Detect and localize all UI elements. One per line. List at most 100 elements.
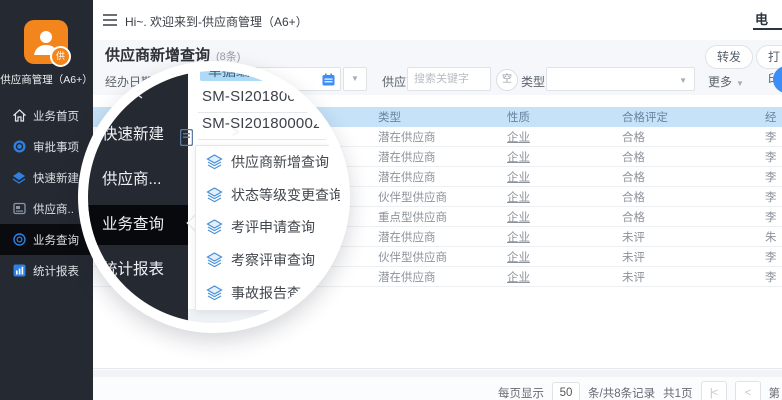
stack-icon: [206, 187, 223, 203]
stack-icon: [206, 154, 223, 170]
assessment-cell: 未评: [622, 249, 765, 265]
handler-cell: 李: [765, 269, 782, 285]
type-cell: 潜在供应商: [378, 149, 507, 165]
magnifier-circle: 事项 快速新建>供应商...>业务查询>统计报表> 单据编号 SM-SI2018…: [78, 61, 350, 333]
app-logo[interactable]: 供: [24, 20, 68, 64]
per-page-label: 每页显示: [498, 385, 544, 400]
magnified-item-label: 业务查询: [102, 212, 164, 234]
sidebar-item-label: 快速新建: [33, 170, 79, 186]
handler-cell: 李: [765, 169, 782, 185]
sidebar-item-label: 供应商..: [33, 201, 74, 217]
sidebar-item-label: 统计报表: [33, 263, 79, 279]
nature-cell[interactable]: 企业: [507, 209, 622, 225]
nature-cell[interactable]: 企业: [507, 149, 622, 165]
magnified-item-label: 快速新建: [102, 122, 164, 144]
more-label: 更多: [708, 75, 732, 89]
chevron-down-icon: ▼: [736, 79, 744, 88]
quick-create-icon: [12, 171, 26, 185]
more-button[interactable]: 更多 ▼: [708, 73, 744, 90]
query-icon: [12, 233, 26, 247]
total-pages-label: 共1页: [663, 385, 692, 400]
topbar-right-tab[interactable]: 电: [755, 9, 768, 28]
divider: [198, 139, 340, 140]
type-cell: 潜在供应商: [378, 269, 507, 285]
submenu-item-label: 状态等级变更查询: [231, 185, 343, 205]
column-header[interactable]: 经: [765, 109, 782, 125]
stack-icon: [206, 252, 223, 268]
type-cell: 伙伴型供应商: [378, 249, 507, 265]
submenu-item-label: 考察评审查询: [231, 250, 315, 270]
type-cell: 潜在供应商: [378, 129, 507, 145]
magnified-background: [188, 309, 340, 323]
sidebar-item-label: 审批事项: [33, 139, 79, 155]
submenu-item-label: 供应商新增查询: [231, 152, 329, 172]
submenu-item-1[interactable]: 状态等级变更查询: [196, 179, 344, 212]
magnified-doc-number[interactable]: SM-SI201800002: [202, 115, 322, 132]
type-cell: 潜在供应商: [378, 229, 507, 245]
sidebar-item-4[interactable]: 业务查询: [0, 224, 93, 255]
magnified-sidebar-fragment: 事项: [108, 77, 144, 102]
type-cell: 潜在供应商: [378, 169, 507, 185]
per-page-input[interactable]: 50: [552, 382, 580, 400]
sidebar-item-label: 业务查询: [33, 232, 79, 248]
assessment-cell: 合格: [622, 189, 765, 205]
stack-icon: [206, 285, 223, 301]
assessment-cell: 合格: [622, 149, 765, 165]
sidebar-item-1[interactable]: 审批事项: [0, 131, 93, 162]
nature-cell[interactable]: 企业: [507, 189, 622, 205]
submenu-item-label: 事故报告查询: [231, 283, 315, 303]
topbar: Hi~. 欢迎来到-供应商管理（A6+） 电: [93, 0, 782, 41]
first-page-button[interactable]: |<: [701, 381, 727, 400]
handler-cell: 朱: [765, 229, 782, 245]
handler-cell: 李: [765, 249, 782, 265]
handler-cell: 李: [765, 129, 782, 145]
print-button[interactable]: 打印: [756, 45, 782, 69]
submenu-item-2[interactable]: 考评申请查询: [196, 211, 344, 244]
nature-cell[interactable]: 企业: [507, 269, 622, 285]
report-icon: [12, 264, 26, 278]
type-cell: 伙伴型供应商: [378, 189, 507, 205]
hamburger-menu-icon[interactable]: [103, 14, 117, 29]
magnified-item-label: 供应商...: [102, 167, 161, 189]
column-header[interactable]: 合格评定: [622, 109, 765, 125]
clear-button[interactable]: 空: [496, 69, 518, 91]
sidebar-item-5[interactable]: 统计报表: [0, 255, 93, 286]
handler-cell: 李: [765, 209, 782, 225]
app-title: 供应商管理（A6+）: [0, 72, 93, 87]
assessment-cell: 合格: [622, 129, 765, 145]
forward-button[interactable]: 转发: [705, 45, 753, 69]
footer-divider: [93, 370, 782, 377]
search-input[interactable]: [407, 67, 491, 91]
home-icon: [12, 109, 26, 123]
prev-page-button[interactable]: <: [735, 381, 761, 400]
submenu-item-0[interactable]: 供应商新增查询: [196, 146, 344, 179]
sidebar-item-0[interactable]: 业务首页: [0, 100, 93, 131]
magnified-sidebar: [88, 71, 188, 323]
handler-cell: 李: [765, 149, 782, 165]
nature-cell[interactable]: 企业: [507, 129, 622, 145]
submenu-item-label: 考评申请查询: [231, 217, 315, 237]
submenu-item-3[interactable]: 考察评审查询: [196, 244, 344, 277]
magnified-item-label: 统计报表: [102, 257, 164, 279]
nature-cell[interactable]: 企业: [507, 169, 622, 185]
page-prefix-label: 第: [769, 385, 781, 400]
assessment-cell: 合格: [622, 209, 765, 225]
type-cell: 重点型供应商: [378, 209, 507, 225]
handler-cell: 李: [765, 189, 782, 205]
date-dropdown-button[interactable]: ▼: [343, 67, 367, 91]
total-records-label: 条/共8条记录: [588, 385, 655, 400]
footer-bar: 每页显示 50 条/共8条记录 共1页 |< < 第 1 页: [93, 368, 782, 400]
type-select[interactable]: ▼: [546, 67, 695, 91]
approval-icon: [12, 140, 26, 154]
column-header[interactable]: 性质: [507, 109, 622, 125]
document-icon-fragment: [180, 129, 193, 146]
nature-cell[interactable]: 企业: [507, 229, 622, 245]
submenu-item-4[interactable]: 事故报告查询: [196, 276, 344, 309]
assessment-cell: 未评: [622, 229, 765, 245]
divider: [198, 112, 340, 113]
pagination: 每页显示 50 条/共8条记录 共1页 |< < 第 1 页: [498, 381, 782, 400]
column-header[interactable]: 类型: [378, 109, 507, 125]
magnified-doc-number[interactable]: SM-SI20180000: [202, 88, 313, 105]
nature-cell[interactable]: 企业: [507, 249, 622, 265]
calendar-icon: [322, 73, 335, 86]
